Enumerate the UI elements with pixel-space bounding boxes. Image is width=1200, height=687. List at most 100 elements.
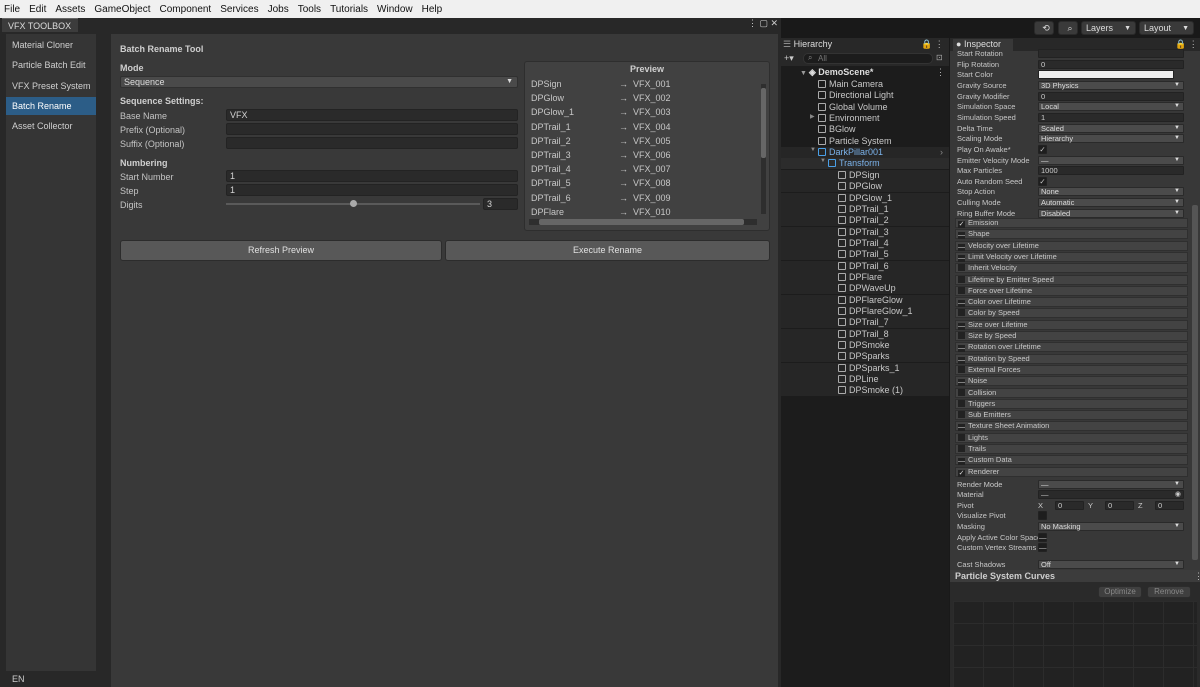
prop-checkbox[interactable] — [1038, 511, 1047, 520]
preview-scrollbar[interactable] — [761, 84, 766, 214]
hierarchy-item[interactable]: DPFlareGlow — [838, 295, 903, 306]
module-toggle[interactable]: — — [958, 243, 965, 251]
menu-tutorials[interactable]: Tutorials — [330, 4, 368, 15]
module-toggle[interactable]: — — [958, 356, 965, 364]
hierarchy-item[interactable]: Particle System — [818, 136, 892, 147]
color-swatch[interactable] — [1038, 70, 1174, 80]
hierarchy-item[interactable]: Global Volume — [818, 102, 888, 113]
menu-file[interactable]: File — [4, 4, 20, 15]
module-lights[interactable]: Lights — [955, 432, 1188, 443]
hierarchy-item[interactable]: DPSmoke — [838, 340, 890, 351]
module-inherit-velocity[interactable]: Inherit Velocity — [955, 263, 1188, 274]
base-name-input[interactable]: VFX — [226, 109, 518, 121]
module-collision[interactable]: Collision — [955, 387, 1188, 398]
module-velocity-over-lifetime[interactable]: — Velocity over Lifetime — [955, 240, 1188, 251]
module-toggle[interactable]: ✓ — [958, 221, 965, 228]
module-toggle[interactable]: — — [958, 458, 965, 466]
pivot-xyz[interactable]: X0Y0Z0 — [1038, 501, 1184, 510]
module-toggle[interactable] — [958, 309, 965, 317]
module-toggle[interactable] — [958, 286, 965, 294]
hierarchy-item[interactable]: DPFlareGlow_1 — [838, 306, 913, 317]
refresh-preview-button[interactable]: Refresh Preview — [120, 240, 442, 261]
menu-component[interactable]: Component — [160, 4, 212, 15]
curves-menu-icon[interactable]: ⋮ — [1194, 571, 1200, 582]
module-lifetime-by-emitter-speed[interactable]: Lifetime by Emitter Speed — [955, 274, 1188, 285]
add-icon[interactable]: +▾ — [784, 53, 794, 64]
hierarchy-item[interactable]: DPGlow_1 — [838, 193, 892, 204]
hierarchy-item[interactable]: DPLine — [838, 374, 879, 385]
hierarchy-item[interactable]: Main Camera — [818, 79, 883, 90]
module-triggers[interactable]: Triggers — [955, 398, 1188, 409]
menu-tools[interactable]: Tools — [298, 4, 321, 15]
module-toggle[interactable] — [958, 275, 965, 283]
module-color-by-speed[interactable]: Color by Speed — [955, 308, 1188, 319]
prop-dropdown[interactable]: Local ▼ — [1038, 102, 1184, 112]
layers-dropdown[interactable]: Layers ▼ — [1081, 21, 1136, 35]
prop-checkbox[interactable]: ✓ — [1038, 176, 1047, 186]
module-noise[interactable]: — Noise — [955, 376, 1188, 387]
module-texture-sheet-animation[interactable]: — Texture Sheet Animation — [955, 421, 1188, 432]
module-toggle[interactable] — [958, 399, 965, 407]
prop-dropdown[interactable]: Disabled ▼ — [1038, 208, 1184, 218]
hierarchy-item[interactable]: DPSmoke (1) — [838, 385, 903, 396]
menu-assets[interactable]: Assets — [55, 4, 85, 15]
filter-icon[interactable]: ⊡ — [936, 53, 943, 62]
remove-button[interactable]: Remove — [1147, 586, 1191, 598]
digits-slider-handle[interactable] — [350, 200, 357, 207]
search-icon[interactable]: ⌕ — [1058, 21, 1078, 35]
prop-field[interactable] — [1038, 49, 1184, 58]
module-limit-velocity-over-lifetime[interactable]: — Limit Velocity over Lifetime — [955, 251, 1188, 262]
digits-input[interactable]: 3 — [483, 198, 518, 210]
history-icon[interactable]: ⟲ — [1034, 21, 1054, 35]
prop-checkbox[interactable]: — — [1038, 543, 1047, 552]
pivot-z-input[interactable]: 0 — [1155, 501, 1184, 510]
chevron-down-icon[interactable]: ▼ — [820, 158, 826, 164]
hierarchy-item[interactable]: ▼ DarkPillar001 — [810, 147, 883, 158]
prop-dropdown[interactable]: No Masking ▼ — [1038, 522, 1184, 531]
module-trails[interactable]: Trails — [955, 444, 1188, 454]
prefix-input[interactable] — [226, 123, 518, 135]
module-toggle[interactable] — [958, 388, 965, 396]
menu-services[interactable]: Services — [220, 4, 258, 15]
prop-dropdown[interactable]: Off ▼ — [1038, 560, 1184, 569]
layout-dropdown[interactable]: Layout ▼ — [1139, 21, 1194, 35]
module-sub-emitters[interactable]: Sub Emitters — [955, 410, 1188, 421]
module-toggle[interactable]: — — [958, 322, 965, 330]
sidebar-item-material-cloner[interactable]: Material Cloner — [6, 36, 96, 54]
prop-field[interactable]: — ◉ — [1038, 490, 1184, 499]
hierarchy-item[interactable]: DPTrail_4 — [838, 238, 889, 249]
hierarchy-tab[interactable]: ☰ Hierarchy — [783, 39, 843, 52]
hierarchy-item[interactable]: DPSparks — [838, 351, 890, 362]
module-toggle[interactable]: ✓ — [958, 469, 965, 477]
hierarchy-item[interactable]: DPTrail_6 — [838, 261, 889, 272]
preview-hscrollbar[interactable] — [529, 219, 757, 225]
module-size-by-speed[interactable]: Size by Speed — [955, 331, 1188, 341]
sidebar-item-asset-collector[interactable]: Asset Collector — [6, 117, 96, 135]
prop-field[interactable]: 0 — [1038, 91, 1184, 101]
hierarchy-search-input[interactable]: All — [803, 53, 933, 64]
module-external-forces[interactable]: External Forces — [955, 364, 1188, 375]
module-toggle[interactable]: — — [958, 345, 965, 353]
module-force-over-lifetime[interactable]: Force over Lifetime — [955, 285, 1188, 296]
hierarchy-item[interactable]: ▼ Transform — [820, 158, 880, 169]
window-tab[interactable]: VFX TOOLBOX — [2, 18, 78, 32]
menu-gameobject[interactable]: GameObject — [94, 4, 150, 15]
window-controls[interactable]: ⋮ ▢ ✕ — [748, 18, 778, 30]
module-toggle[interactable]: — — [958, 424, 965, 432]
module-toggle[interactable]: — — [958, 232, 965, 240]
module-toggle[interactable]: — — [958, 379, 965, 387]
prop-dropdown[interactable]: Automatic ▼ — [1038, 198, 1184, 208]
module-toggle[interactable] — [958, 445, 965, 452]
step-input[interactable]: 1 — [226, 184, 518, 196]
hierarchy-item[interactable]: DPTrail_3 — [838, 227, 889, 238]
scene-root[interactable]: ▼ ◈ DemoScene* — [800, 67, 873, 78]
prop-dropdown[interactable]: 3D Physics ▼ — [1038, 80, 1184, 90]
hierarchy-item[interactable]: DPSparks_1 — [838, 363, 900, 374]
lock-icon[interactable]: 🔒 ⋮ — [921, 39, 949, 50]
module-renderer[interactable]: ✓ Renderer — [955, 466, 1188, 477]
module-shape[interactable]: — Shape — [955, 229, 1188, 240]
prop-checkbox[interactable]: ✓ — [1038, 144, 1047, 154]
menu-window[interactable]: Window — [377, 4, 413, 15]
menu-help[interactable]: Help — [422, 4, 443, 15]
hierarchy-item[interactable]: DPTrail_1 — [838, 204, 889, 215]
